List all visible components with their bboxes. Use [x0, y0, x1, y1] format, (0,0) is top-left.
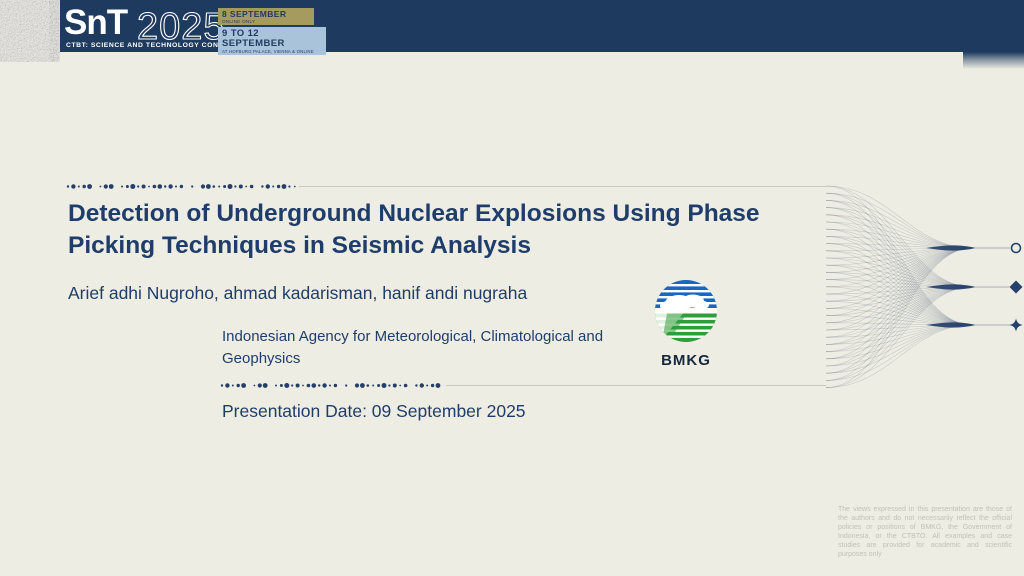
date-badge-8-september: 8 SEPTEMBER ONLINE ONLY: [218, 8, 314, 25]
snt-logo: SnT: [64, 3, 127, 43]
diamond-icon: [1010, 281, 1023, 294]
fan-lines: [826, 186, 976, 388]
date-badges: 8 SEPTEMBER ONLINE ONLY 9 TO 12 SEPTEMBE…: [218, 8, 328, 55]
node-connectors: [975, 248, 1010, 325]
slide-title: Detection of Underground Nuclear Explosi…: [68, 198, 813, 261]
bmkg-label: BMKG: [651, 352, 721, 369]
affiliation: Indonesian Agency for Meteorological, Cl…: [222, 326, 614, 370]
noise-texture: [0, 0, 60, 62]
presentation-slide: SnT 2025 CTBT: SCIENCE AND TECHNOLOGY CO…: [0, 0, 1024, 576]
open-circle-icon: [1012, 244, 1021, 253]
badge-subtitle: ONLINE ONLY: [222, 19, 310, 24]
presentation-date: Presentation Date: 09 September 2025: [222, 401, 526, 422]
bmkg-logo-block: BMKG: [651, 279, 721, 369]
badge-title: 8 SEPTEMBER: [222, 10, 310, 19]
badge-subtitle: AT HOFBURG PALACE, VIENNA & ONLINE: [222, 49, 322, 54]
date-badge-9-12-september: 9 TO 12 SEPTEMBER AT HOFBURG PALACE, VIE…: [218, 27, 326, 55]
sparkle-icon: [1010, 319, 1023, 332]
header-bar-right-fade: [963, 52, 1024, 69]
badge-title: 9 TO 12 SEPTEMBER: [222, 29, 322, 49]
bmkg-logo-icon: [653, 279, 719, 345]
disclaimer-text: The views expressed in this presentation…: [838, 505, 1012, 559]
